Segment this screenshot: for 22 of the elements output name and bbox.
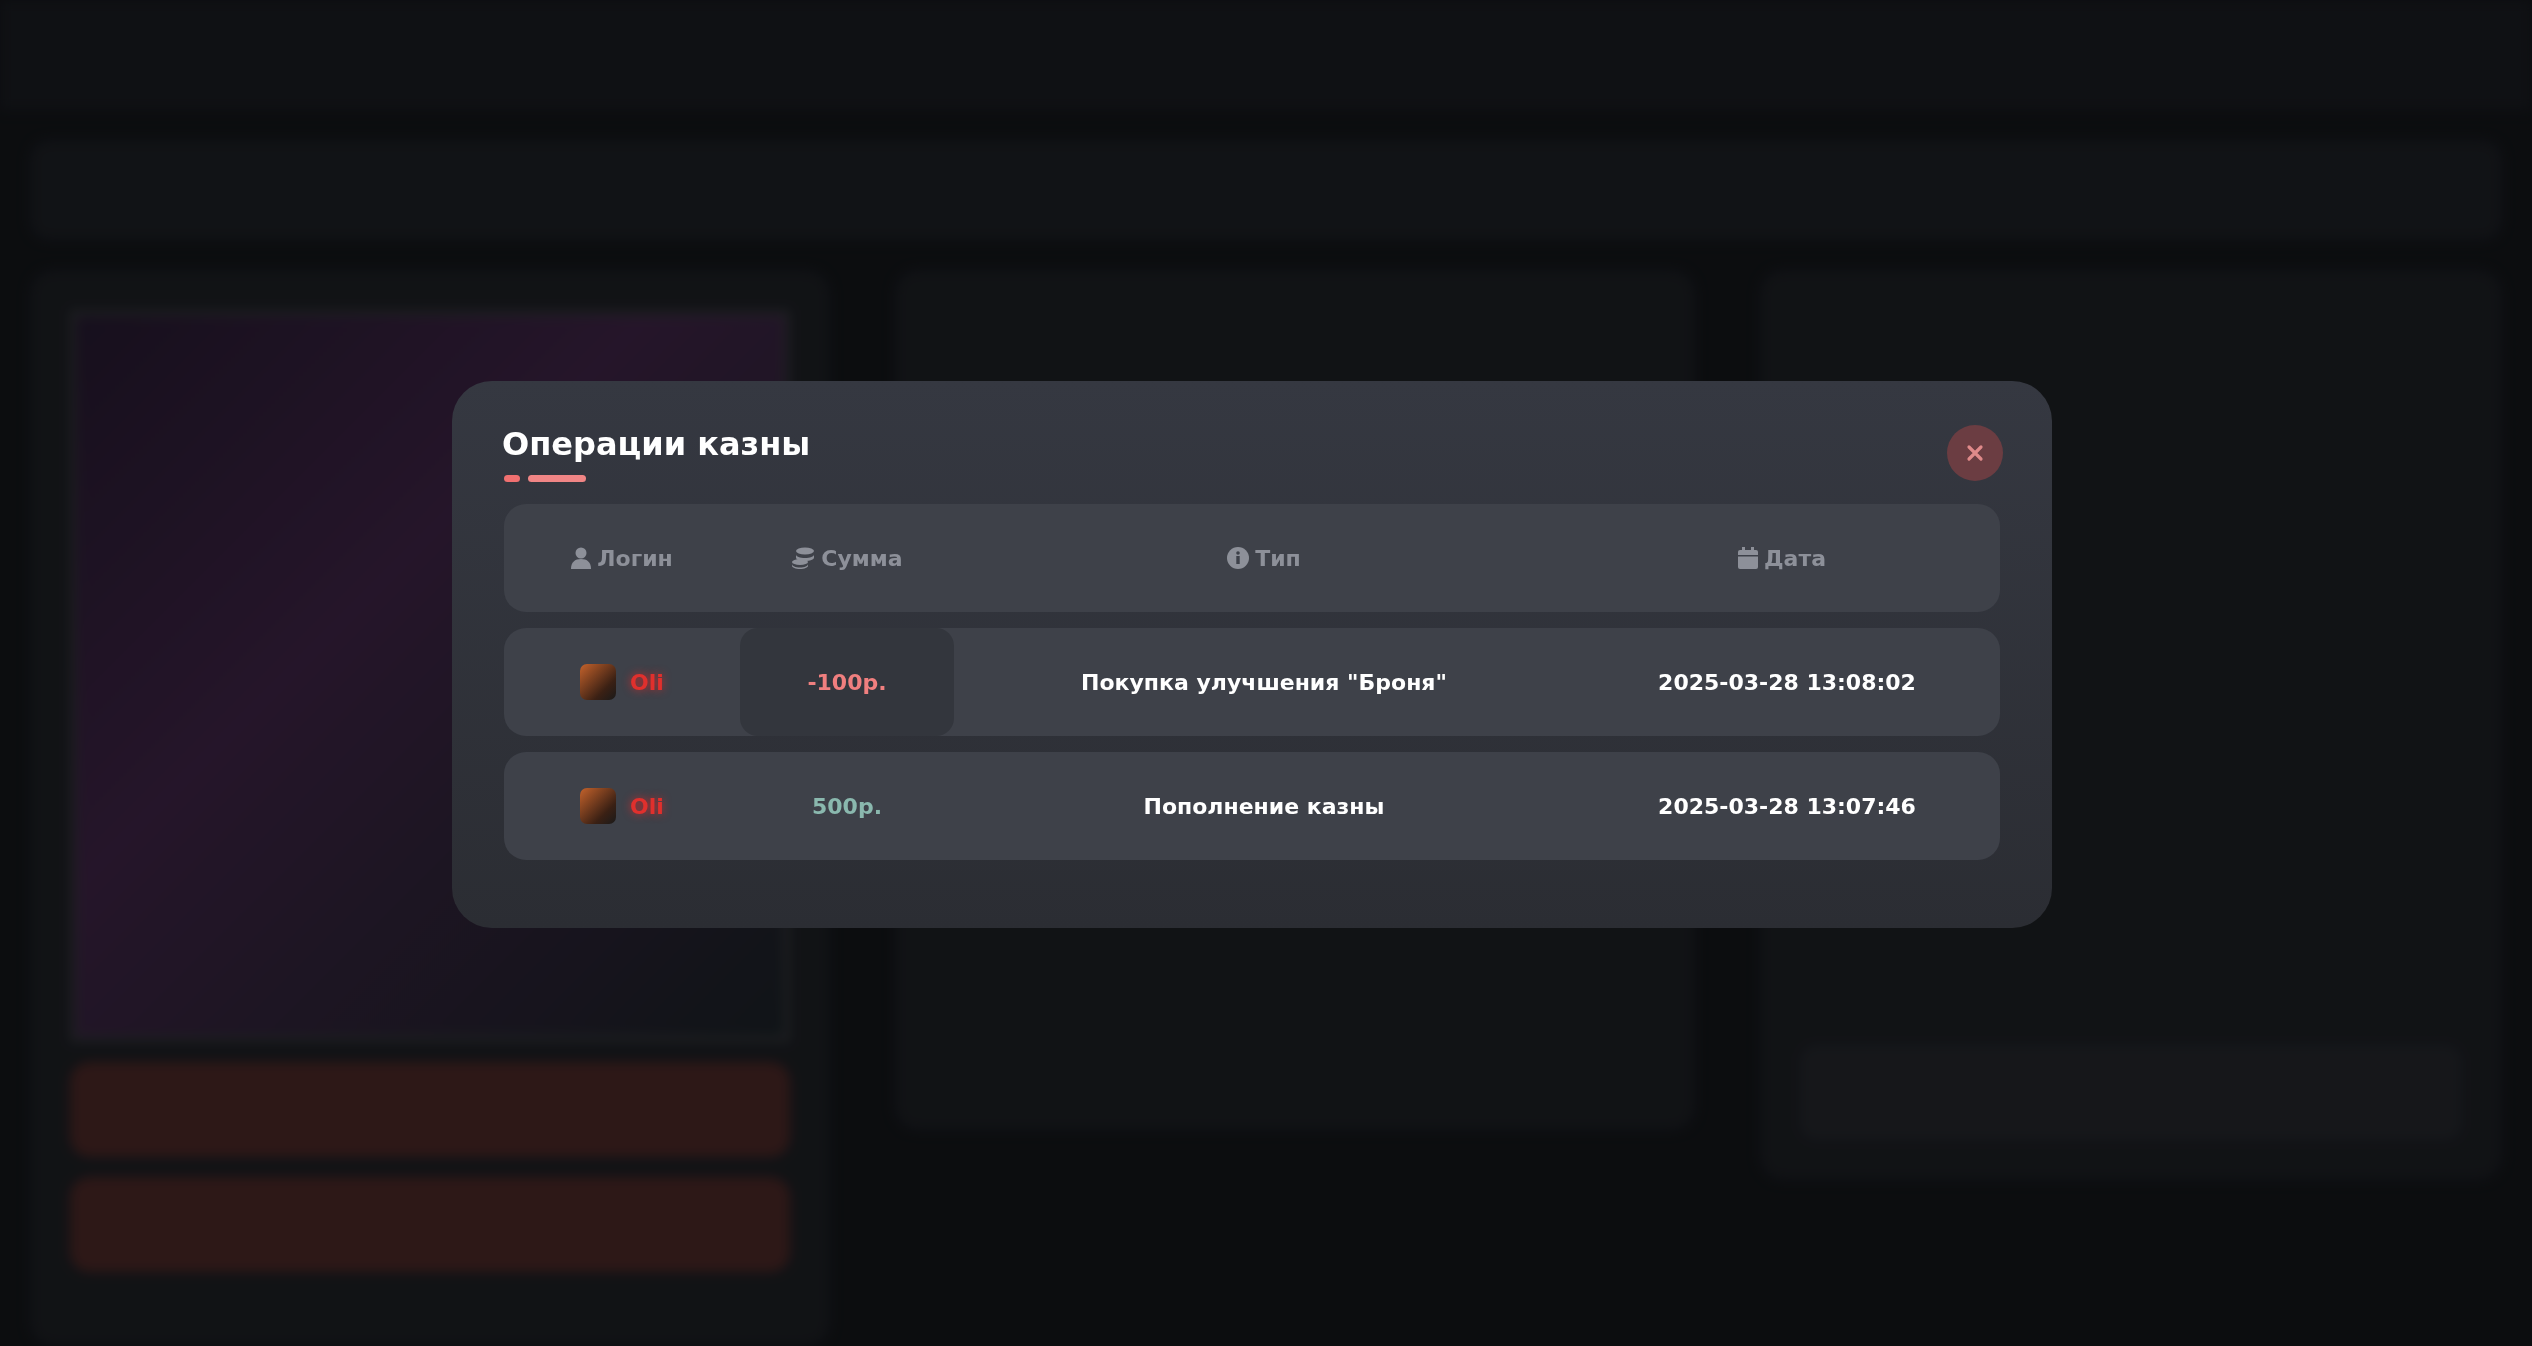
avatar-placeholder <box>580 788 617 824</box>
amount-cell: -100р. <box>740 628 954 736</box>
avatar-placeholder <box>580 664 617 700</box>
title-accent-icon <box>504 475 588 483</box>
operation-type-cell-text: Пополнение казны <box>1142 792 1386 821</box>
user-login: Oli <box>630 793 664 819</box>
column-label: Тип <box>1255 545 1301 571</box>
close-icon <box>1966 444 1984 462</box>
coins-icon <box>791 547 816 569</box>
column-label: Логин <box>597 545 673 571</box>
close-button[interactable] <box>1947 425 2003 481</box>
modal-title: Операции казны <box>502 425 811 463</box>
column-label: Сумма <box>821 545 903 571</box>
date-cell-text: 2025-03-28 13:08:02 <box>1657 668 1917 697</box>
date-cell-text: 2025-03-28 13:07:46 <box>1657 792 1917 821</box>
info-icon <box>1227 547 1250 569</box>
user-login: Oli <box>630 669 664 695</box>
calendar-icon <box>1737 547 1758 569</box>
amount-cell-text: 500р. <box>811 792 883 821</box>
operation-type-cell-text: Покупка улучшения "Броня" <box>1080 668 1448 697</box>
user-icon <box>571 547 592 569</box>
column-label: Дата <box>1763 545 1826 571</box>
